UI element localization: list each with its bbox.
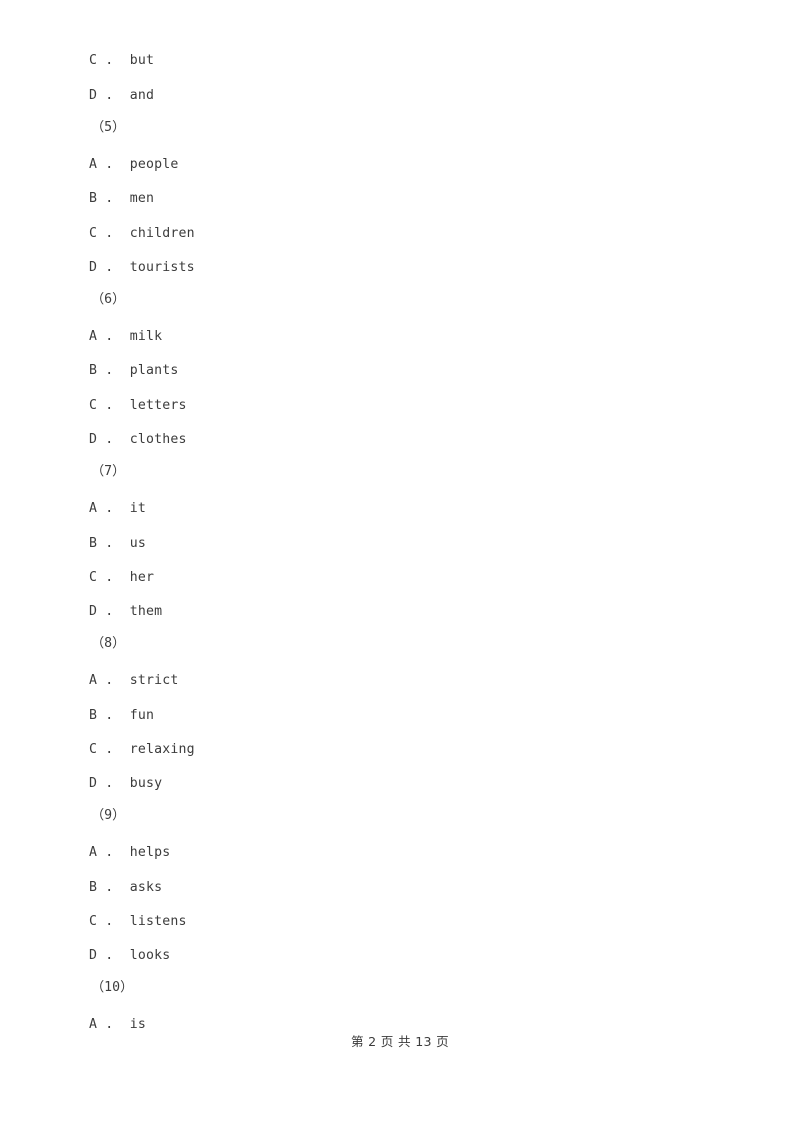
answer-option: D . busy: [89, 776, 163, 791]
question-number: （8）: [91, 636, 126, 651]
question-number: （9）: [91, 808, 126, 823]
answer-option: A . milk: [89, 329, 163, 344]
answer-option: A . is: [89, 1017, 146, 1032]
answer-option: B . us: [89, 536, 146, 551]
page-footer: 第 2 页 共 13 页: [350, 1034, 450, 1049]
document-page: C . but D . and （5） A . people B . men C . ch…: [0, 0, 800, 1132]
answer-option: D . and: [89, 88, 155, 103]
answer-option: C . letters: [89, 398, 187, 413]
answer-option: A . strict: [89, 673, 179, 688]
answer-option: C . relaxing: [89, 742, 195, 757]
answer-option: B . plants: [89, 363, 179, 378]
answer-option: D . clothes: [89, 432, 187, 447]
question-number: （7）: [91, 464, 126, 479]
question-number: （5）: [91, 120, 126, 135]
answer-option: D . tourists: [89, 260, 195, 275]
question-number: （6）: [91, 292, 126, 307]
answer-option: A . people: [89, 157, 179, 172]
answer-option: D . them: [89, 604, 163, 619]
answer-option: C . but: [89, 53, 155, 68]
answer-option: A . it: [89, 501, 146, 516]
question-number: （10）: [91, 980, 134, 995]
answer-option: B . men: [89, 191, 155, 206]
answer-option: B . asks: [89, 880, 163, 895]
answer-option: C . listens: [89, 914, 187, 929]
answer-option: C . children: [89, 226, 195, 241]
answer-option: C . her: [89, 570, 155, 585]
answer-option: D . looks: [89, 948, 171, 963]
answer-option: B . fun: [89, 708, 155, 723]
answer-option: A . helps: [89, 845, 171, 860]
